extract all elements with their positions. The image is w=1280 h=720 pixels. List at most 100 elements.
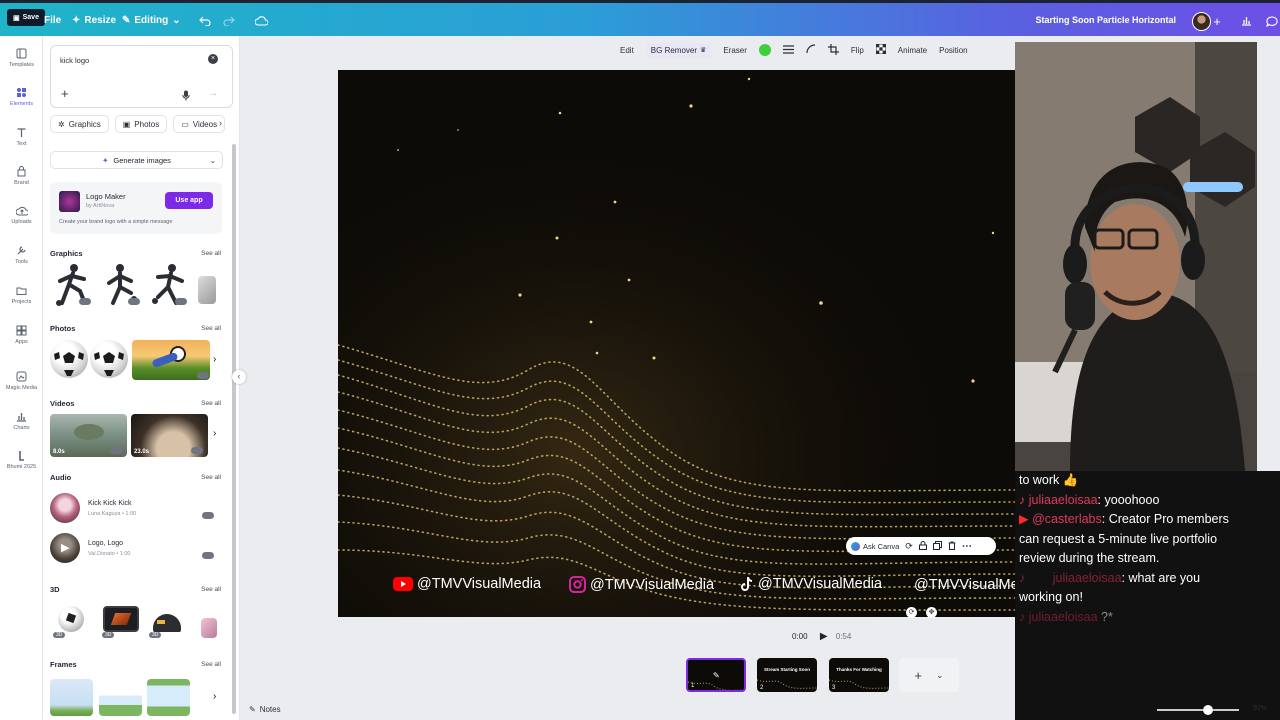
ask-canva-button[interactable]: Ask Canva <box>851 541 899 551</box>
redo-icon[interactable] <box>220 13 238 29</box>
resize-button[interactable]: ✦ Resize <box>72 11 116 29</box>
undo-icon[interactable] <box>196 13 214 29</box>
edit-button[interactable]: Edit <box>620 46 634 55</box>
zoom-slider-handle[interactable] <box>1203 705 1213 715</box>
notes-button[interactable]: ✎ Notes <box>249 705 281 714</box>
zoom-slider[interactable] <box>1157 705 1239 715</box>
social-handle-youtube[interactable]: @TMVVisualMedia <box>393 576 541 592</box>
frame-thumbnail-3[interactable] <box>147 679 190 716</box>
position-button[interactable]: Position <box>939 46 967 55</box>
tab-videos[interactable]: ▭ Videos <box>173 115 226 133</box>
rail-item-charts[interactable]: Charts <box>0 411 43 431</box>
3d-partial[interactable] <box>201 618 217 638</box>
design-canvas[interactable] <box>338 70 1015 617</box>
video-thumbnail-2[interactable]: 23.0s <box>131 414 208 457</box>
rail-item-magic-media[interactable]: Magic Media <box>0 371 43 391</box>
rail-item-apps[interactable]: Apps <box>0 325 43 345</box>
see-all-3d[interactable]: See all <box>201 586 221 593</box>
microphone-icon[interactable] <box>182 88 190 106</box>
rail-item-tools[interactable]: Tools <box>0 245 43 265</box>
add-icon[interactable]: + <box>61 87 69 100</box>
audio-item[interactable]: ▶ Logo, Logo Val.Donato • 1:00 <box>50 533 222 563</box>
duplicate-icon[interactable] <box>932 540 942 552</box>
rail-item-templates[interactable]: Templates <box>0 48 43 68</box>
scroll-right-icon[interactable]: › <box>213 691 216 702</box>
rotate-handle-icon[interactable]: ⟳ <box>906 607 917 618</box>
zoom-level[interactable]: 92% <box>1253 705 1267 712</box>
save-button[interactable]: ▣ Save <box>7 9 45 26</box>
submit-arrow-icon[interactable]: → <box>208 88 218 99</box>
border-style-icon[interactable] <box>782 44 794 56</box>
file-menu[interactable]: File <box>44 11 61 29</box>
3d-monitor[interactable] <box>103 606 139 632</box>
rotate-icon[interactable]: ⟳ <box>905 541 913 552</box>
clear-icon[interactable]: × <box>208 54 218 64</box>
see-all-graphics[interactable]: See all <box>201 250 221 257</box>
3d-cap[interactable] <box>153 614 181 632</box>
editing-dropdown[interactable]: ✎ Editing ⌄ <box>122 11 181 29</box>
scroll-right-icon[interactable]: › <box>213 428 216 439</box>
see-all-photos[interactable]: See all <box>201 325 221 332</box>
social-handle-kick[interactable]: @TMVVisualMedia <box>910 576 1015 594</box>
chat-message: ♪ juliaaeloisaa: yooohooo <box>1019 493 1160 507</box>
3d-soccer-ball[interactable] <box>58 606 84 632</box>
social-handle-tiktok[interactable]: @TMVVisualMedia <box>740 576 882 592</box>
logo-maker-card[interactable]: Logo Maker by ArtiNova Use app Create yo… <box>50 182 222 234</box>
more-options-icon[interactable]: ⋯ <box>962 541 972 552</box>
premium-crown-icon <box>197 372 209 379</box>
corner-rounding-icon[interactable] <box>806 44 816 56</box>
frame-thumbnail-1[interactable] <box>50 679 93 716</box>
photo-soccer-ball-1[interactable] <box>50 340 88 378</box>
play-icon[interactable]: ▶ <box>820 631 828 642</box>
see-all-frames[interactable]: See all <box>201 661 221 668</box>
eraser-button[interactable]: Eraser <box>723 46 747 55</box>
add-icon: + <box>914 667 923 683</box>
tab-photos[interactable]: ▣ Photos <box>114 115 168 133</box>
search-input[interactable]: kick logo <box>60 56 89 65</box>
delete-icon[interactable] <box>948 541 956 552</box>
comment-icon[interactable] <box>1263 13 1280 29</box>
generate-images-button[interactable]: ✦ Generate images ⌄ <box>50 151 223 169</box>
transparency-icon[interactable] <box>875 43 887 56</box>
cloud-sync-icon[interactable] <box>252 13 270 29</box>
photo-soccer-ball-2[interactable] <box>90 340 128 378</box>
animate-button[interactable]: Animate <box>898 46 927 55</box>
page-thumbnail-1[interactable]: ✎ 1 <box>686 658 746 692</box>
see-all-videos[interactable]: See all <box>201 400 221 407</box>
panel-scrollbar[interactable] <box>232 144 236 714</box>
fill-color-swatch[interactable] <box>758 44 771 56</box>
crop-icon[interactable] <box>827 43 839 57</box>
analytics-icon[interactable] <box>1237 13 1255 29</box>
use-app-button[interactable]: Use app <box>165 192 213 209</box>
move-handle-icon[interactable]: ✥ <box>926 607 937 618</box>
chat-overlay: to work 👍 ♪ juliaaeloisaa: yooohooo ▶ @c… <box>1015 471 1280 720</box>
bg-remover-button[interactable]: BG Remover ♛ <box>645 42 712 58</box>
rail-item-brand[interactable]: Brand <box>0 166 43 186</box>
page-thumbnail-3[interactable]: Thanks For Watching 3 <box>829 658 889 692</box>
playback-controls: 0:00 ▶ 0:54 <box>792 631 851 642</box>
rail-item-bhumi[interactable]: Bhumi 2025 <box>0 450 43 470</box>
lock-icon[interactable] <box>918 540 927 552</box>
rail-item-projects[interactable]: Projects <box>0 285 43 305</box>
audio-item[interactable]: Kick Kick Kick Luna Kaguya • 1:00 <box>50 493 222 523</box>
scroll-right-icon[interactable]: › <box>213 354 216 365</box>
flip-button[interactable]: Flip <box>851 46 864 55</box>
play-icon[interactable]: ▶ <box>61 541 69 554</box>
frame-thumbnail-2[interactable] <box>99 679 142 716</box>
add-icon[interactable]: + <box>1208 13 1226 29</box>
graphic-partial[interactable] <box>198 276 216 304</box>
see-all-audio[interactable]: See all <box>201 474 221 481</box>
project-title[interactable]: Starting Soon Particle Horizontal <box>1035 15 1176 25</box>
collapse-panel-icon[interactable]: ‹ <box>232 370 246 384</box>
rail-item-text[interactable]: Text <box>0 127 43 147</box>
page-thumbnail-2[interactable]: Stream Starting Soon 2 <box>757 658 817 692</box>
social-handle-instagram[interactable]: @TMVVisualMedia <box>569 576 714 593</box>
rail-item-elements[interactable]: Elements <box>0 87 43 107</box>
audio-cover: ▶ <box>50 533 80 563</box>
scroll-right-icon[interactable]: › <box>219 118 222 128</box>
video-thumbnail-1[interactable]: 8.0s <box>50 414 127 457</box>
tab-graphics[interactable]: ✲ Graphics <box>50 115 109 133</box>
add-page-button[interactable]: + ⌄ <box>899 658 959 692</box>
rail-item-uploads[interactable]: Uploads <box>0 206 43 225</box>
crown-icon: ♛ <box>700 47 707 54</box>
